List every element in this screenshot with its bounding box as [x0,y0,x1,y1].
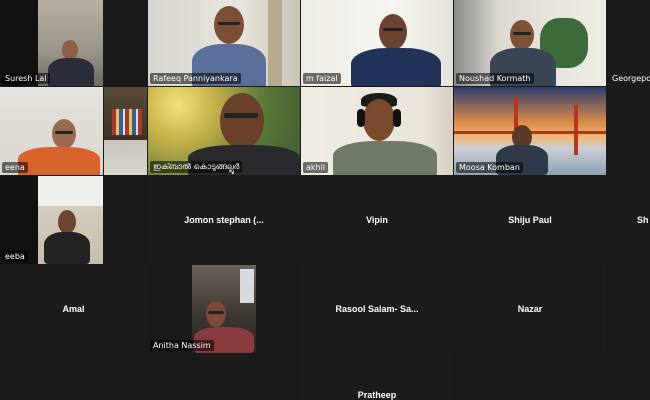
video-tile-noushad[interactable]: Noushad Kormath [454,0,606,86]
video-tile-suresh-lal[interactable]: Suresh Lal [0,0,103,86]
glasses [218,22,240,25]
participant-body [333,141,437,175]
glasses [55,131,73,134]
video-tile-iqbal[interactable]: ഇക്ബാൽ കൊടുങ്ങല്ലൂർ [148,87,300,175]
video-tile-nazar[interactable]: Nazar [454,265,606,353]
glasses [208,311,224,314]
participant-name: Shiju Paul [508,215,552,225]
video-tile-rasool[interactable]: Rasool Salam- Sa... [301,265,453,353]
headphone-left-icon [357,109,365,127]
glasses [513,32,531,35]
participant-name: Vipin [366,215,388,225]
participant-body [351,48,441,86]
participant-name: Nazar [517,304,543,314]
headphone-right-icon [393,109,401,127]
participant-head [58,210,76,234]
bridge-tower [574,105,578,155]
video-tile-shiju[interactable]: Shiju Paul [454,176,606,264]
participant-head [510,20,534,50]
participant-name: eeba [2,251,28,262]
video-tile-moosa[interactable]: Moosa Komban [454,87,606,175]
video-tile-georgepok[interactable]: Georgepok [607,0,650,86]
video-tile-eena[interactable]: eena [0,87,103,175]
participant-head [214,6,244,44]
video-tile-bookshelf [104,87,147,175]
participant-name: akhil [303,162,329,173]
video-tile-akhil[interactable]: akhil [301,87,453,175]
participant-body [18,147,100,175]
participant-head [363,99,395,141]
participant-head [379,14,407,50]
participant-head [62,40,78,60]
video-tile-vipin[interactable]: Vipin [301,176,453,264]
participant-name: Anitha Nassim [150,340,214,351]
participant-name: Amal [62,304,85,314]
video-tile-rafeeq[interactable]: Rafeeq Panniyankara [148,0,300,86]
participant-head [206,301,226,327]
video-tile-amal[interactable]: Amal [0,265,147,353]
participant-name: Jomon stephan (... [184,215,264,225]
glasses [383,28,403,31]
participant-name: ഇക്ബാൽ കൊടുങ്ങല്ലൂർ [150,161,243,173]
participant-name: m faizal [303,73,341,84]
video-tile-jomon[interactable]: Jomon stephan (... [148,176,300,264]
participant-name: eena [2,162,28,173]
books [112,109,142,135]
participant-body [48,58,94,86]
video-tile-m-faizal[interactable]: m faizal [301,0,453,86]
participant-name: Rasool Salam- Sa... [335,304,419,314]
video-tile-anitha[interactable]: Anitha Nassim [148,265,300,353]
participant-name: Rafeeq Panniyankara [150,73,241,84]
participant-name: Moosa Komban [456,162,523,173]
participant-name: Pratheep [357,390,397,400]
participant-name: Sh [637,215,649,225]
window-light [38,176,103,206]
glasses [224,113,258,118]
participant-head [220,93,264,149]
video-tile-pratheep[interactable]: Pratheep [301,354,453,400]
video-tile-eeba[interactable]: eeba [0,176,103,264]
participant-name: Suresh Lal [2,73,50,84]
participant-name: Georgepok [612,74,650,83]
participant-head [52,119,76,149]
door-frame [268,0,282,86]
car-window [240,269,254,303]
video-tile-sh[interactable]: Sh [607,176,650,264]
participant-body [44,232,90,264]
participant-name: Noushad Kormath [456,73,534,84]
